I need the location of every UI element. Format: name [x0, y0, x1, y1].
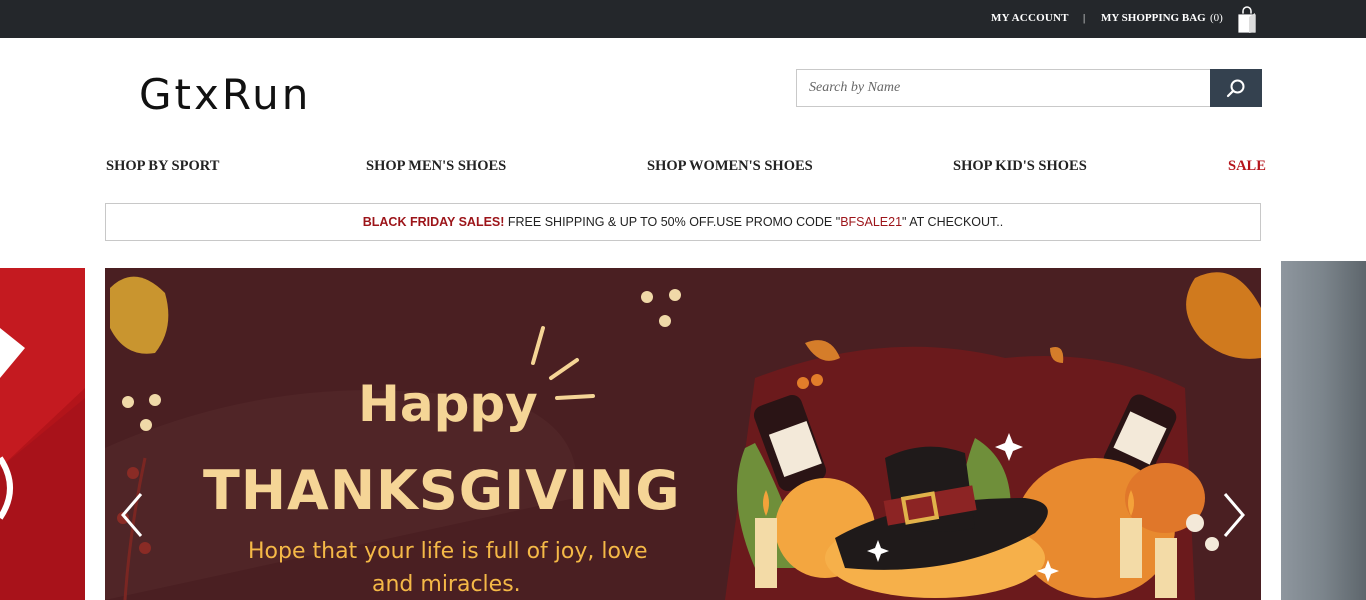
- banner-line-1: Happy: [358, 375, 538, 433]
- nav-womens-shoes[interactable]: SHOP WOMEN'S SHOES: [647, 158, 813, 175]
- search-form: [796, 69, 1262, 107]
- carousel-slide[interactable]: Happy THANKSGIVING Hope that your life i…: [105, 268, 1261, 600]
- bag-count: (0): [1210, 12, 1223, 24]
- top-bar: MY ACCOUNT | MY SHOPPING BAG (0): [0, 0, 1366, 38]
- search-icon: [1226, 79, 1245, 98]
- nav-kids-shoes[interactable]: SHOP KID'S SHOES: [953, 158, 1087, 175]
- promo-text-end: " AT CHECKOUT..: [902, 215, 1004, 229]
- chevron-left-icon[interactable]: [117, 490, 147, 540]
- carousel-prev-slide-peek: [0, 268, 85, 600]
- banner-line-4: and miracles.: [372, 572, 521, 597]
- promo-headline: BLACK FRIDAY SALES!: [362, 215, 505, 229]
- promo-bar: BLACK FRIDAY SALES! FREE SHIPPING & UP T…: [105, 203, 1261, 241]
- shopping-bag-icon[interactable]: [1236, 5, 1258, 35]
- brand-logo[interactable]: GtxRun: [139, 70, 311, 119]
- search-button[interactable]: [1210, 69, 1262, 107]
- nav-shop-by-sport[interactable]: SHOP BY SPORT: [106, 158, 219, 175]
- chevron-right-icon[interactable]: [1219, 490, 1249, 540]
- nav-sale[interactable]: SALE: [1228, 158, 1266, 175]
- leaf-icon: [110, 276, 169, 354]
- promo-code: BFSALE21: [840, 215, 903, 229]
- promo-text: FREE SHIPPING & UP TO 50% OFF.USE PROMO …: [504, 215, 841, 229]
- nav-mens-shoes[interactable]: SHOP MEN'S SHOES: [366, 158, 506, 175]
- carousel-next-slide-peek: [1281, 261, 1366, 600]
- search-input[interactable]: [796, 69, 1211, 107]
- my-account-link[interactable]: MY ACCOUNT: [991, 12, 1069, 24]
- topbar-separator: |: [1083, 12, 1086, 24]
- banner-line-2: THANKSGIVING: [203, 459, 681, 522]
- banner-line-3: Hope that your life is full of joy, love: [248, 539, 648, 564]
- shopping-bag-link[interactable]: MY SHOPPING BAG: [1101, 12, 1206, 24]
